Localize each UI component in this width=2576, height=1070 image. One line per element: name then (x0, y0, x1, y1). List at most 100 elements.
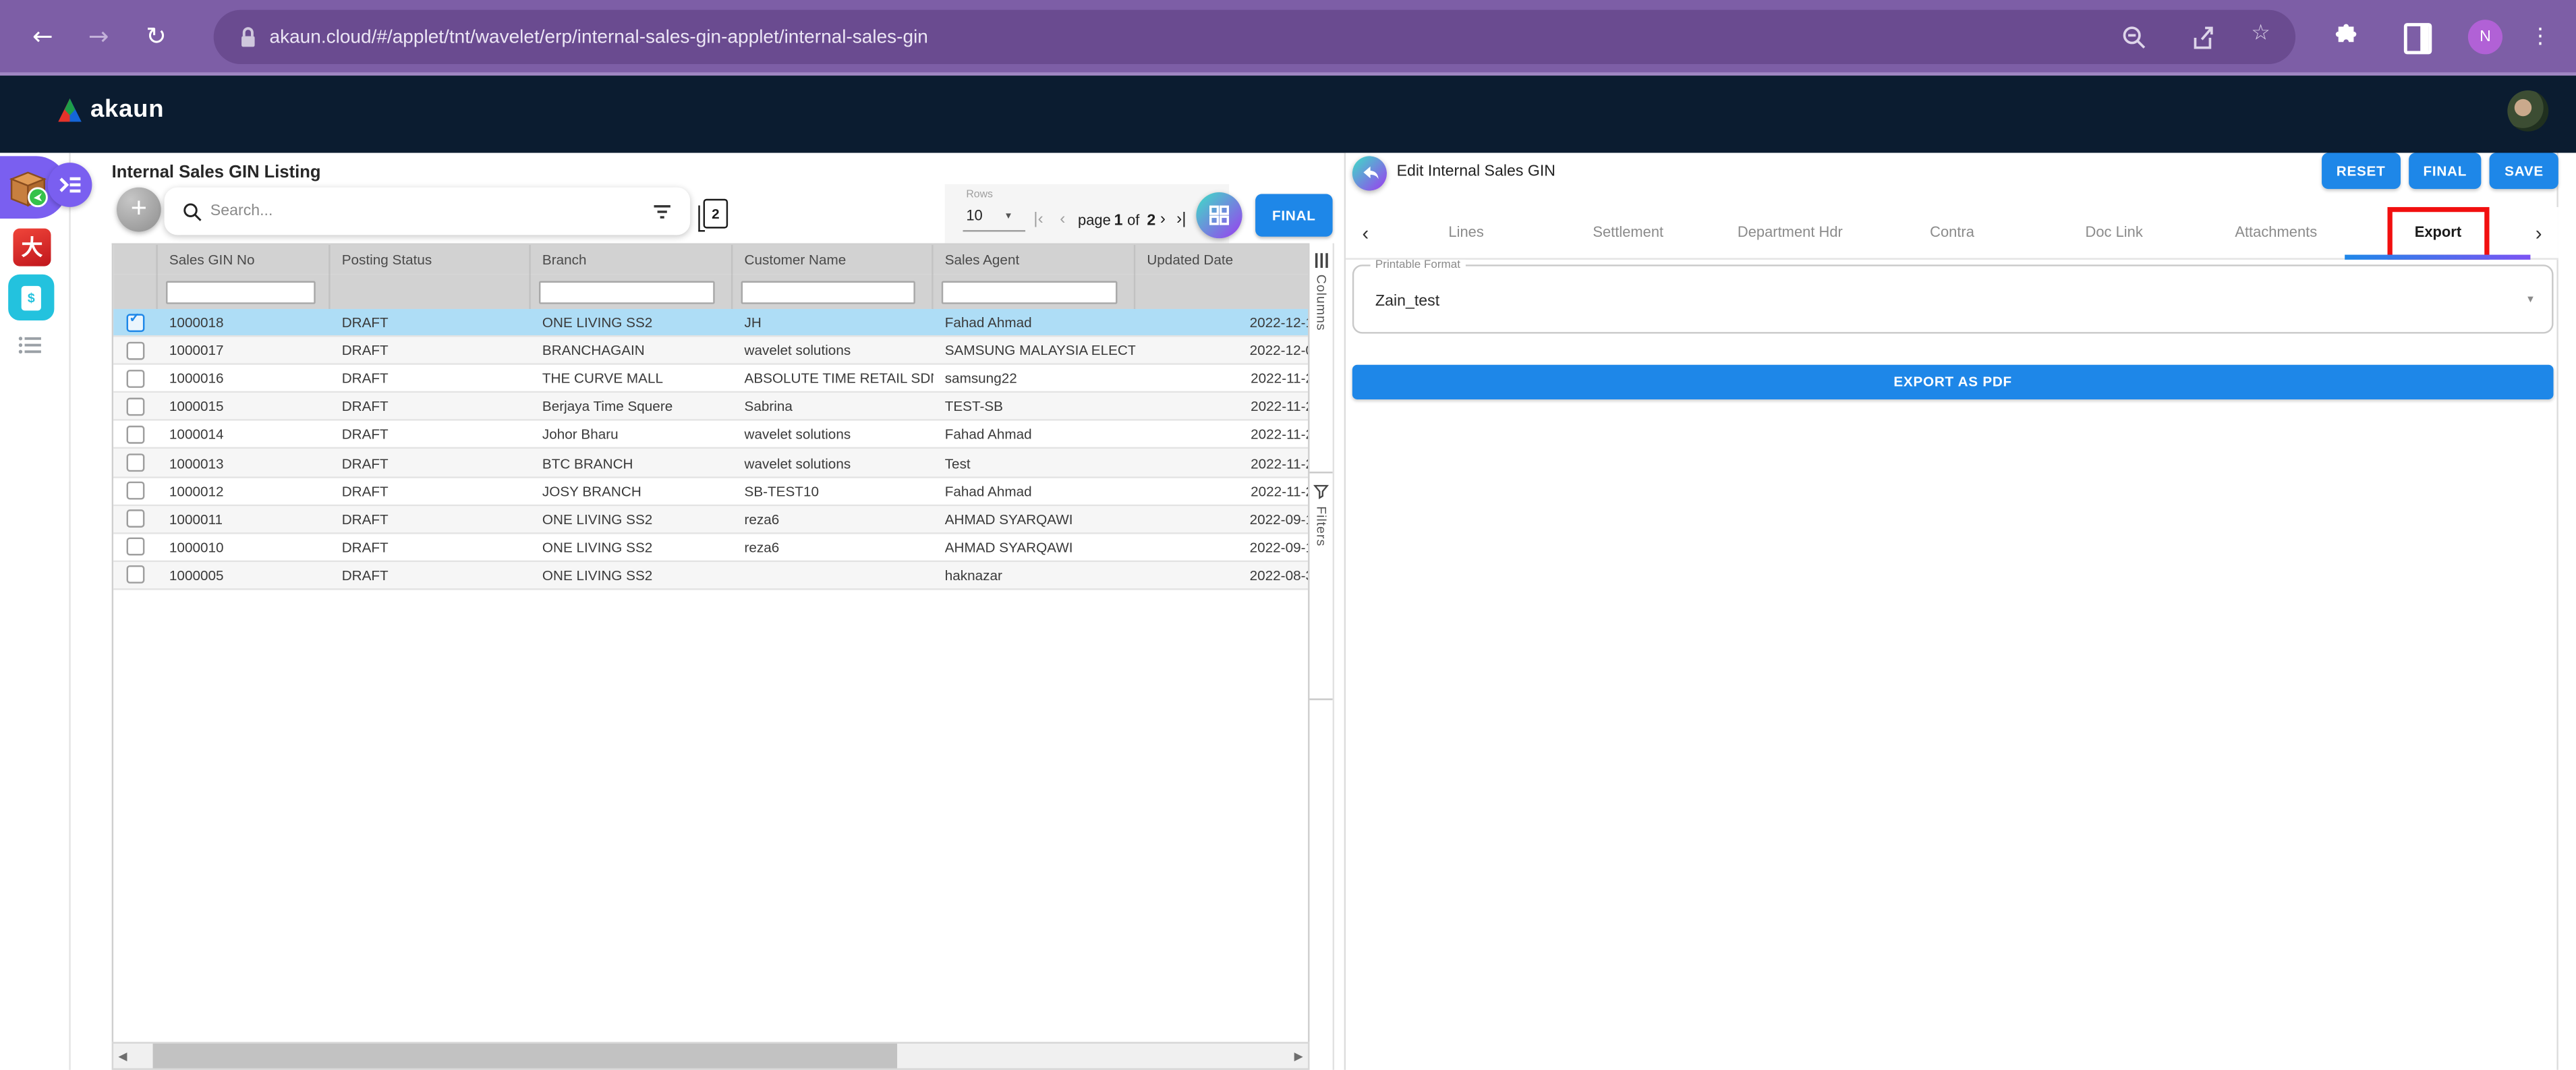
user-avatar-photo[interactable] (2507, 90, 2548, 132)
edit-panel-title: Edit Internal Sales GIN (1397, 163, 1555, 181)
table-row[interactable]: 1000018DRAFTONE LIVING SS2JHFahad Ahmad2… (113, 309, 1309, 337)
browser-forward-icon[interactable]: → (79, 0, 118, 72)
table-row[interactable]: 1000016DRAFTTHE CURVE MALLABSOLUTE TIME … (113, 365, 1309, 393)
row-checkbox[interactable] (127, 369, 145, 387)
zoom-out-icon[interactable] (2119, 23, 2149, 53)
final-button-listing[interactable]: FINAL (1255, 194, 1332, 236)
table-cell: reza6 (733, 539, 933, 555)
table-row[interactable]: 1000005DRAFTONE LIVING SS2haknazar2022-0… (113, 562, 1309, 590)
column-filter-input[interactable] (166, 280, 316, 303)
table-cell: 1000005 (158, 567, 331, 583)
column-header[interactable]: Customer Name (733, 245, 933, 275)
row-checkbox[interactable] (127, 566, 145, 584)
column-filter-input[interactable] (539, 280, 714, 303)
table-row[interactable]: 1000017DRAFTBRANCHAGAINwavelet solutions… (113, 337, 1309, 366)
applet-icon-teal[interactable]: $ (8, 275, 54, 320)
printable-format-field[interactable]: Printable Format Zain_test ▼ (1352, 264, 2554, 333)
next-page-icon[interactable]: › (1160, 210, 1166, 229)
tab-export[interactable]: Export (2357, 207, 2519, 260)
table-cell: wavelet solutions (733, 342, 933, 358)
list-menu-icon[interactable] (18, 334, 43, 364)
table-row[interactable]: 1000014DRAFTJohor Bharuwavelet solutions… (113, 422, 1309, 450)
table-row[interactable]: 1000013DRAFTBTC BRANCHwavelet solutionsT… (113, 449, 1309, 478)
add-button[interactable]: + (117, 188, 161, 232)
row-checkbox[interactable] (127, 510, 145, 528)
export-as-pdf-button[interactable]: EXPORT AS PDF (1352, 365, 2554, 399)
search-input[interactable]: Search... (210, 202, 652, 221)
rows-caret-icon[interactable]: ▼ (1004, 212, 1012, 222)
tab-settlement[interactable]: Settlement (1547, 207, 1709, 260)
table-cell: JOSY BRANCH (531, 482, 733, 499)
duplicate-pages-icon[interactable]: 2 (704, 199, 728, 229)
row-checkbox[interactable] (127, 453, 145, 472)
applet-icon-red[interactable]: 大 (13, 229, 51, 266)
horizontal-scrollbar[interactable]: ◀ ▶ (112, 1042, 1310, 1069)
table-cell: 1000014 (158, 426, 331, 443)
table-row[interactable]: 1000015DRAFTBerjaya Time SquereSabrinaTE… (113, 393, 1309, 422)
filters-vertical-tab[interactable]: Filters (1309, 474, 1332, 700)
tab-label: Contra (1930, 223, 1974, 240)
bookmark-star-icon[interactable]: ☆ (2251, 22, 2270, 47)
column-header[interactable]: Sales Agent (934, 245, 1136, 275)
tab-doc-link[interactable]: Doc Link (2033, 207, 2195, 260)
scroll-left-icon[interactable]: ◀ (118, 1050, 127, 1063)
row-checkbox[interactable] (127, 341, 145, 360)
tab-contra[interactable]: Contra (1871, 207, 2033, 260)
row-checkbox[interactable] (127, 538, 145, 556)
tab-label: Attachments (2235, 223, 2317, 240)
column-header[interactable]: Branch (531, 245, 733, 275)
column-header[interactable]: Sales GIN No (158, 245, 331, 275)
final-button[interactable]: FINAL (2409, 153, 2482, 190)
columns-vertical-tab[interactable]: Columns (1309, 244, 1332, 474)
row-checkbox[interactable] (127, 482, 145, 500)
table-cell: ONE LIVING SS2 (531, 539, 733, 555)
row-checkbox[interactable] (127, 313, 145, 331)
table-cell: 1000011 (158, 511, 331, 527)
expand-menu-button[interactable] (48, 163, 92, 207)
first-page-icon[interactable]: |‹ (1033, 210, 1043, 229)
scrollbar-thumb[interactable] (153, 1044, 898, 1069)
dropdown-caret-icon[interactable]: ▼ (2525, 295, 2536, 306)
tab-department-hdr[interactable]: Department Hdr (1709, 207, 1871, 260)
row-checkbox[interactable] (127, 426, 145, 444)
row-checkbox[interactable] (127, 397, 145, 416)
rows-per-page-select[interactable]: 10 (966, 207, 982, 223)
table-row[interactable]: 1000010DRAFTONE LIVING SS2reza6AHMAD SYA… (113, 534, 1309, 562)
back-button[interactable] (1352, 156, 1387, 190)
reset-button[interactable]: RESET (2322, 153, 2401, 190)
table-cell: ONE LIVING SS2 (531, 567, 733, 583)
grid-view-button[interactable] (1196, 192, 1242, 238)
column-header[interactable]: Updated Date (1135, 245, 1309, 275)
table-cell: BTC BRANCH (531, 455, 733, 471)
address-bar[interactable]: akaun.cloud/#/applet/tnt/wavelet/erp/int… (214, 10, 2295, 64)
share-icon[interactable] (2189, 23, 2219, 53)
panel-right-edge (2556, 153, 2558, 1070)
table-cell: Johor Bharu (531, 426, 733, 443)
table-cell: 2022-09-18 (1135, 539, 1309, 555)
tabs-scroll-left-icon[interactable]: ‹ (1349, 207, 1382, 260)
table-row[interactable]: 1000012DRAFTJOSY BRANCHSB-TEST10Fahad Ah… (113, 478, 1309, 506)
search-box[interactable]: Search... (165, 188, 691, 235)
browser-back-icon[interactable]: ← (23, 0, 62, 72)
browser-profile-avatar[interactable]: N (2468, 20, 2502, 54)
table-cell: Fahad Ahmad (934, 482, 1136, 499)
last-page-icon[interactable]: ›| (1176, 210, 1186, 229)
browser-menu-icon[interactable]: ⋮ (2529, 0, 2552, 72)
tab-attachments[interactable]: Attachments (2195, 207, 2357, 260)
column-filter-input[interactable] (942, 280, 1117, 303)
filter-list-icon[interactable] (652, 203, 672, 219)
table-cell: 2022-11-29 (1135, 398, 1309, 414)
tab-lines[interactable]: Lines (1385, 207, 1547, 260)
save-button[interactable]: SAVE (2490, 153, 2558, 190)
scroll-right-icon[interactable]: ▶ (1294, 1050, 1303, 1063)
side-panel-icon[interactable] (2404, 23, 2432, 54)
data-table: Sales GIN NoPosting StatusBranchCustomer… (112, 244, 1310, 1042)
extensions-icon[interactable] (2333, 23, 2359, 49)
table-row[interactable]: 1000011DRAFTONE LIVING SS2reza6AHMAD SYA… (113, 505, 1309, 534)
prev-page-icon[interactable]: ‹ (1060, 210, 1065, 229)
table-cell: 1000017 (158, 342, 331, 358)
tabs-scroll-right-icon[interactable]: › (2522, 207, 2555, 260)
column-filter-input[interactable] (741, 280, 915, 303)
browser-reload-icon[interactable]: ↻ (136, 0, 175, 72)
column-header[interactable]: Posting Status (331, 245, 531, 275)
